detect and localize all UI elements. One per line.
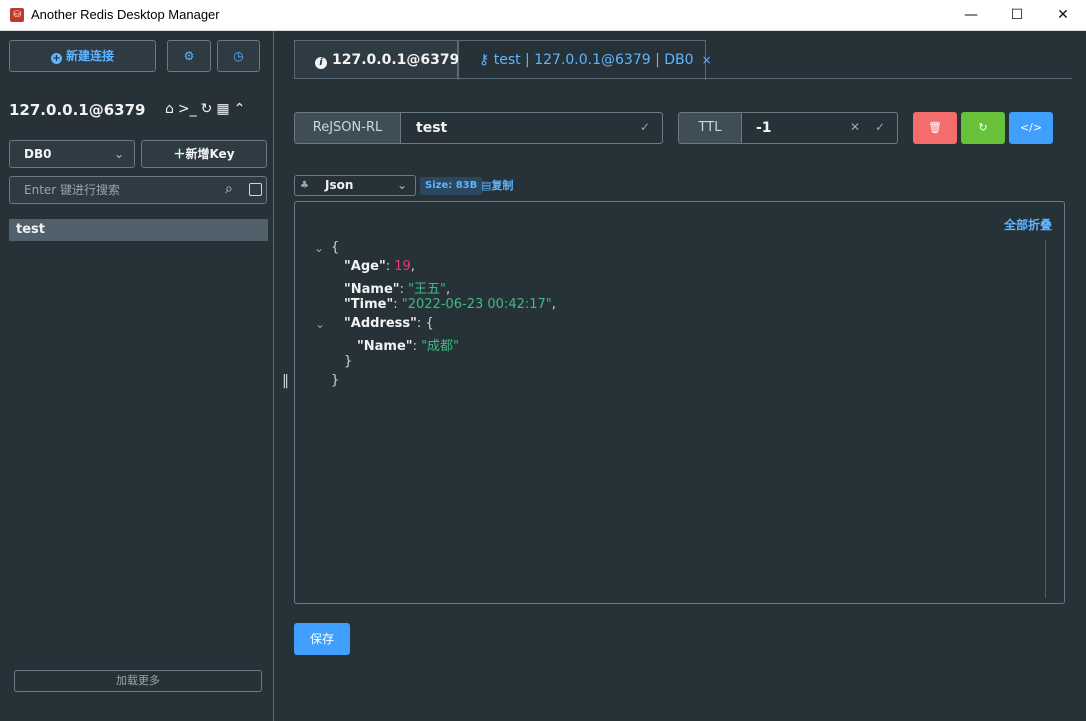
connection-name[interactable]: 127.0.0.1@6379 — [9, 101, 145, 119]
refresh-icon: ↻ — [978, 121, 988, 134]
redis-logo-icon: ⛁ — [10, 8, 24, 22]
plus-circle-icon: + — [50, 53, 62, 64]
settings-button[interactable]: ⚙ — [167, 40, 211, 72]
json-line: "Name": "王五", — [344, 282, 451, 297]
format-select[interactable]: ♣ Json ⌄ — [294, 175, 416, 196]
gear-icon: ⚙ — [183, 49, 195, 63]
window-title: Another Redis Desktop Manager — [31, 7, 220, 22]
tab-label: test | 127.0.0.1@6379 | DB0 — [493, 52, 694, 68]
exact-match-checkbox[interactable] — [249, 183, 262, 196]
new-connection-label: 新建连接 — [65, 49, 114, 63]
json-line: "Address": { — [344, 316, 434, 331]
ttl-field: ✕ ✓ — [741, 112, 898, 144]
maximize-button[interactable]: ☐ — [994, 0, 1040, 31]
resize-handle-icon[interactable]: ‖ — [282, 373, 289, 389]
json-line: "Time": "2022-06-23 00:42:17", — [344, 297, 556, 312]
close-button[interactable]: ✕ — [1040, 0, 1086, 31]
json-line: { — [331, 240, 340, 255]
plus-icon: ＋ — [173, 147, 186, 161]
close-tab-icon[interactable]: × — [702, 53, 712, 67]
collapse-all-button[interactable]: 全部折叠 — [1004, 216, 1052, 233]
check-icon[interactable]: ✓ — [640, 120, 650, 134]
clock-icon: ◷ — [233, 49, 244, 63]
minimize-button[interactable]: — — [948, 0, 994, 31]
trash-icon: 🗑 — [928, 121, 942, 134]
search-icon[interactable]: ⌕ — [225, 181, 233, 197]
size-badge: Size: 83B — [420, 177, 483, 195]
title-bar: ⛁ Another Redis Desktop Manager — ☐ ✕ — [0, 0, 1086, 31]
copy-label: 复制 — [491, 179, 514, 192]
json-line: "Name": "成都" — [357, 339, 460, 354]
chevron-down-icon: ⌄ — [113, 147, 124, 161]
new-key-button[interactable]: ＋新增Key — [141, 140, 267, 168]
document-icon: ▤ — [481, 179, 492, 192]
sidebar: + 新建连接 ⚙ ◷ 127.0.0.1@6379 ⌂ >_ ↻ ▦ ⌃ DB0 ⌄ ＋新… — [0, 31, 273, 721]
code-view-button[interactable]: </> — [1009, 112, 1053, 144]
ttl-input[interactable] — [742, 113, 842, 143]
scrollbar[interactable] — [1045, 240, 1046, 598]
refresh-key-button[interactable]: ↻ — [961, 112, 1005, 144]
refresh-icon[interactable]: ↻ — [201, 101, 213, 117]
tab-bar-line — [294, 78, 1072, 79]
panel-divider — [273, 31, 274, 721]
terminal-icon[interactable]: >_ — [178, 101, 197, 117]
key-type-label: ReJSON-RL — [294, 112, 400, 144]
key-name-input[interactable] — [401, 113, 621, 143]
json-line: "Age": 19, — [344, 259, 415, 274]
db-selected-value: DB0 — [24, 147, 52, 161]
new-connection-button[interactable]: + 新建连接 — [9, 40, 156, 72]
key-list-item[interactable]: test — [9, 219, 268, 241]
collapse-caret-icon[interactable]: ⌄ — [314, 241, 324, 255]
tab-connection-info[interactable]: i 127.0.0.1@6379 — [294, 40, 460, 79]
tab-label: 127.0.0.1@6379 — [332, 52, 460, 68]
home-icon[interactable]: ⌂ — [165, 101, 174, 117]
chevron-down-icon: ⌄ — [396, 178, 407, 192]
new-key-label: 新增Key — [185, 147, 235, 161]
key-icon: ⚷ — [479, 52, 494, 68]
sitemap-icon: ♣ — [300, 180, 309, 191]
delete-key-button[interactable]: 🗑 — [913, 112, 957, 144]
history-button[interactable]: ◷ — [217, 40, 260, 72]
code-icon: </> — [1019, 121, 1043, 134]
key-name-field: ✓ — [400, 112, 663, 144]
info-icon: i — [315, 57, 327, 69]
check-icon[interactable]: ✓ — [875, 120, 885, 134]
db-select[interactable]: DB0 ⌄ — [9, 140, 135, 168]
json-viewer[interactable]: 全部折叠 ⌄ { "Age": 19, "Name": "王五", "Time"… — [294, 201, 1065, 604]
json-line: } — [344, 354, 353, 369]
save-button[interactable]: 保存 — [294, 623, 350, 655]
connection-toolbar: ⌂ >_ ↻ ▦ ⌃ — [165, 101, 249, 117]
grid-icon[interactable]: ▦ — [216, 101, 229, 117]
collapse-caret-icon[interactable]: ⌄ — [315, 317, 325, 331]
chevron-up-icon[interactable]: ⌃ — [234, 101, 246, 117]
copy-button[interactable]: ▤复制 — [481, 177, 513, 195]
load-more-button[interactable]: 加载更多 — [14, 670, 262, 692]
search-input[interactable] — [10, 177, 220, 203]
key-search: ⌕ — [9, 176, 267, 204]
format-value: Json — [325, 178, 354, 192]
json-line: } — [331, 373, 340, 388]
ttl-label: TTL — [678, 112, 741, 144]
tab-key-test[interactable]: ⚷ test | 127.0.0.1@6379 | DB0 × — [458, 40, 712, 80]
clear-icon[interactable]: ✕ — [850, 120, 860, 134]
